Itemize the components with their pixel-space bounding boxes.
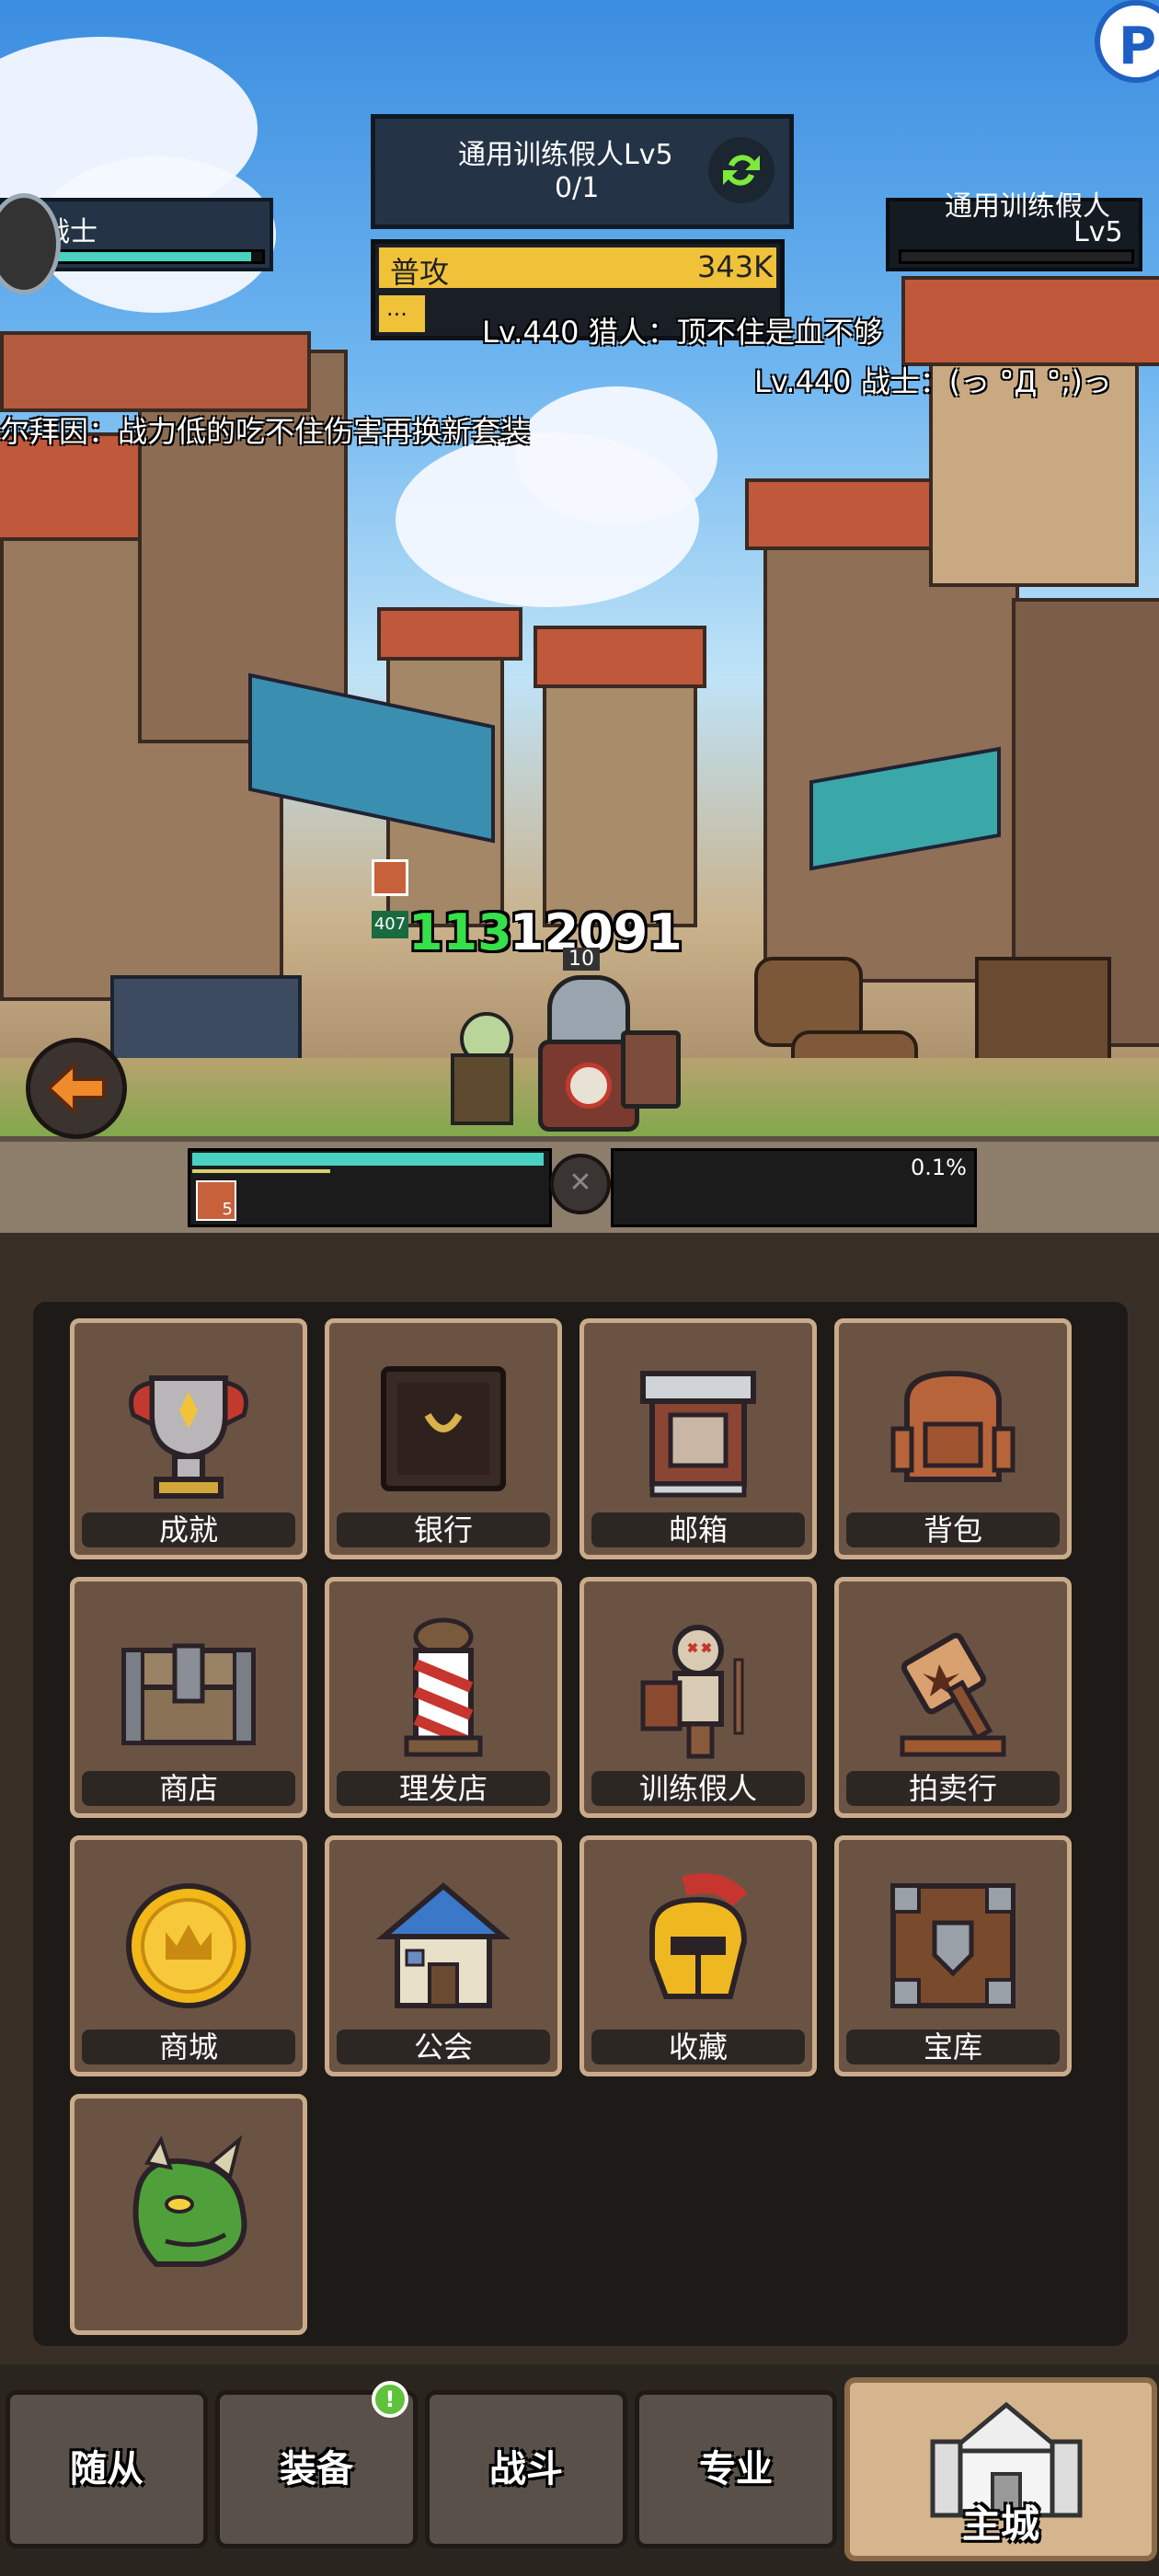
city-menu-grid: 成就 银行 邮箱 背包商店 理发店 训练假人 拍卖行商城 公会 收藏 宝库 — [33, 1302, 1128, 2346]
chat-line: Lv.440 猎人：顶不住是血不够 — [482, 315, 883, 350]
target-progress: 0/1 — [555, 172, 600, 204]
nav-main-city[interactable]: 主城 — [844, 2377, 1157, 2561]
menu-tile-gavel-icon[interactable]: 拍卖行 — [834, 1577, 1072, 1818]
skill-damage: 343K — [697, 249, 774, 284]
combat-progress-right: 0.1% — [611, 1148, 977, 1227]
chat-line: Lv.440 战士：(っ °Д °;)っ — [754, 364, 1112, 399]
menu-tile-barber-pole-icon[interactable]: 理发店 — [325, 1577, 562, 1818]
player-energy-bar — [192, 1153, 544, 1166]
menu-tile-label: 背包 — [846, 1512, 1060, 1547]
nav-profession-label: 专业 — [699, 2448, 773, 2490]
refresh-icon — [723, 155, 760, 186]
menu-tile-label: 成就 — [82, 1512, 295, 1547]
nav-followers[interactable]: 随从 — [6, 2390, 208, 2548]
menu-tile-chest-icon[interactable]: 商店 — [70, 1577, 307, 1818]
menu-tile-mailbox-icon[interactable]: 邮箱 — [580, 1318, 817, 1559]
svg-text:P: P — [1119, 17, 1156, 76]
nav-profession[interactable]: 专业 — [635, 2390, 837, 2548]
enemy-level: Lv5 — [1073, 216, 1123, 248]
enemy-hp-bar — [899, 249, 1134, 264]
safe-icon — [381, 1366, 506, 1491]
back-button[interactable] — [26, 1038, 127, 1139]
hero-character — [432, 1012, 524, 1132]
menu-tile-label: 理发店 — [337, 1771, 550, 1806]
nav-battle[interactable]: 战斗 — [425, 2390, 627, 2548]
menu-tile-label: 训练假人 — [591, 1771, 805, 1806]
backpack-icon — [890, 1370, 1016, 1482]
enemy-hp-panel: 通用训练假人 Lv5 — [886, 190, 1142, 271]
arrow-left-icon — [46, 1060, 106, 1117]
heal-number: 113 — [408, 903, 512, 961]
chest-icon — [121, 1643, 256, 1745]
menu-tile-trophy-icon[interactable]: 成就 — [70, 1318, 307, 1559]
barber-pole-icon — [404, 1617, 483, 1757]
buff-count: 5 — [222, 1200, 233, 1219]
skill-sub: ... — [386, 295, 407, 321]
menu-tile-label: 商城 — [82, 2030, 295, 2064]
target-panel: 通用训练假人Lv5 0/1 — [371, 114, 794, 229]
menu-tile-vault-icon[interactable]: 宝库 — [834, 1835, 1072, 2076]
training-dummy-icon — [640, 1625, 744, 1759]
crown-coin-icon — [126, 1883, 251, 2008]
menu-tile-helmet-icon[interactable]: 收藏 — [580, 1835, 817, 2076]
gavel-icon — [900, 1632, 1006, 1757]
menu-tile-safe-icon[interactable]: 银行 — [325, 1318, 562, 1559]
level-badge: 407 — [372, 911, 408, 938]
nav-followers-label: 随从 — [70, 2448, 143, 2490]
menu-tile-backpack-icon[interactable]: 背包 — [834, 1318, 1072, 1559]
switch-target-button[interactable] — [708, 137, 775, 203]
vs-icon: ✕ — [550, 1154, 611, 1214]
menu-tile-label: 邮箱 — [591, 1512, 805, 1547]
trophy-icon — [129, 1375, 248, 1499]
nav-battle-label: 战斗 — [489, 2448, 563, 2490]
player-hp-bar — [39, 249, 265, 264]
menu-tile-label: 收藏 — [591, 2030, 805, 2064]
notification-badge-icon: ! — [372, 2381, 408, 2418]
buff-slot: 5 — [196, 1180, 236, 1221]
menu-tile-label: 公会 — [337, 2030, 550, 2064]
menu-tile-label: 商店 — [82, 1771, 295, 1806]
buff-icon — [372, 859, 408, 896]
target-title: 通用训练假人Lv5 — [458, 139, 673, 171]
helmet-icon — [649, 1873, 748, 1999]
skill-name: 普攻 — [390, 255, 450, 290]
menu-tile-label: 宝库 — [846, 2030, 1060, 2064]
dragon-icon — [132, 2134, 247, 2267]
small-tag: 10 — [563, 948, 600, 971]
combat-progress-left: 5 — [188, 1148, 552, 1227]
nav-main-city-label: 主城 — [962, 2501, 1040, 2547]
chat-line: 尔拜因：战力低的吃不住伤害再换新套装 — [0, 414, 531, 449]
vault-icon — [890, 1883, 1016, 2008]
menu-tile-training-dummy-icon[interactable]: 训练假人 — [580, 1577, 817, 1818]
mailbox-icon — [640, 1371, 756, 1498]
menu-tile-label: 银行 — [337, 1512, 550, 1547]
guild-house-icon — [375, 1882, 511, 2008]
menu-tile-guild-house-icon[interactable]: 公会 — [325, 1835, 562, 2076]
training-dummy-character — [529, 975, 681, 1141]
nav-equipment-label: 装备 — [280, 2448, 353, 2490]
progress-percent: 0.1% — [911, 1155, 967, 1180]
menu-tile-crown-coin-icon[interactable]: 商城 — [70, 1835, 307, 2076]
menu-tile-label: 拍卖行 — [846, 1771, 1060, 1806]
menu-tile-dragon-icon[interactable] — [70, 2094, 307, 2335]
